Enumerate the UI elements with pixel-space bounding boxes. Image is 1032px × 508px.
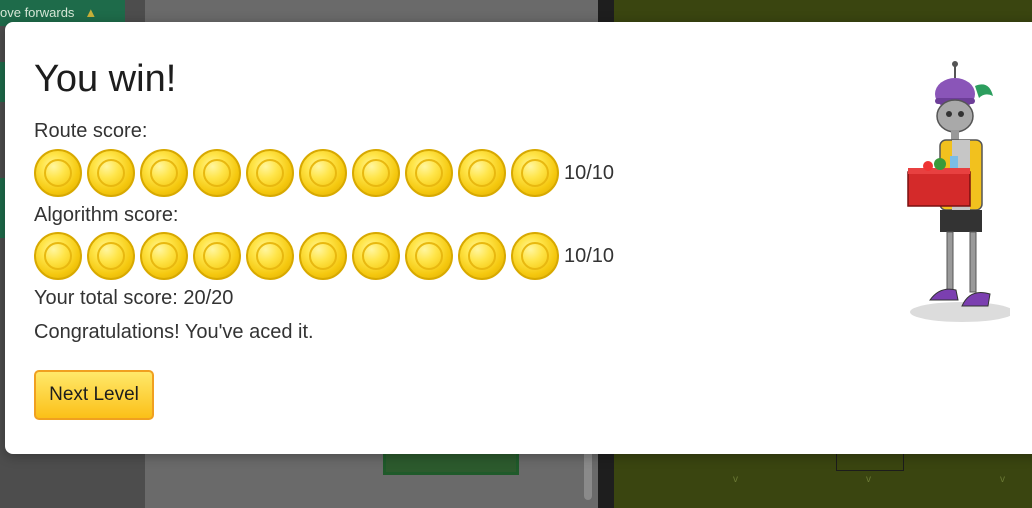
gold-coin-icon — [458, 232, 506, 280]
block-label: ove forwards — [0, 5, 75, 20]
gold-coin-icon — [246, 149, 294, 197]
next-level-button[interactable]: Next Level — [34, 370, 154, 420]
robot-mascot-icon — [907, 61, 1010, 322]
gold-coin-icon — [87, 149, 135, 197]
gold-coin-icon — [511, 232, 559, 280]
gold-coin-icon — [511, 149, 559, 197]
gold-coin-icon — [352, 232, 400, 280]
map-house — [836, 452, 904, 471]
route-score-label: Route score: — [34, 120, 148, 142]
win-dialog: You win! Route score: 10/10 Algorithm sc… — [5, 22, 1032, 454]
route-score-value: 10/10 — [564, 161, 615, 184]
congratulations-message: Congratulations! You've aced it. — [34, 321, 314, 343]
grass-icon: v — [866, 474, 871, 485]
gold-coin-icon — [352, 149, 400, 197]
gold-coin-icon — [299, 232, 347, 280]
total-score: Your total score: 20/20 — [34, 287, 234, 309]
workspace-block — [383, 452, 519, 475]
grass-icon: v — [733, 474, 738, 485]
gold-coin-icon — [193, 232, 241, 280]
algorithm-score-label: Algorithm score: — [34, 204, 179, 226]
gold-coin-icon — [405, 149, 453, 197]
algorithm-score-value: 10/10 — [564, 244, 615, 267]
grass-icon: v — [1000, 474, 1005, 485]
gold-coin-icon — [299, 149, 347, 197]
gold-coin-icon — [246, 232, 294, 280]
gold-coin-icon — [458, 149, 506, 197]
gold-coin-icon — [140, 232, 188, 280]
gold-coin-icon — [87, 232, 135, 280]
gold-coin-icon — [140, 149, 188, 197]
route-score-coins: 10/10 — [34, 147, 614, 199]
gold-coin-icon — [193, 149, 241, 197]
algorithm-score-coins: 10/10 — [34, 230, 614, 282]
gold-coin-icon — [405, 232, 453, 280]
gold-coin-icon — [34, 149, 82, 197]
dialog-title: You win! — [34, 58, 177, 100]
gold-coin-icon — [34, 232, 82, 280]
